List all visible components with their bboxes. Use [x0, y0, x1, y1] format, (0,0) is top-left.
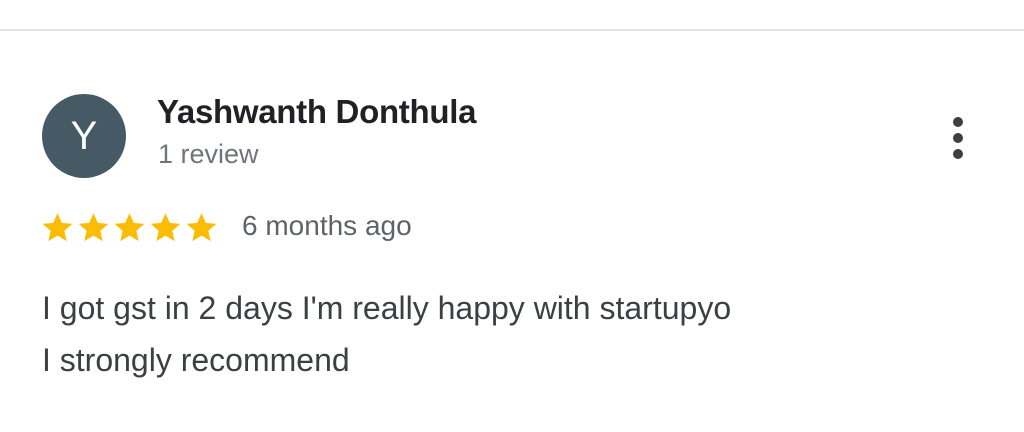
review-count: 1 review: [158, 139, 259, 169]
star-icon: [112, 210, 147, 245]
review-text-line: I strongly recommend: [42, 342, 350, 378]
review-time: 6 months ago: [242, 210, 412, 241]
avatar-letter: Y: [70, 113, 98, 158]
more-vertical-icon-dot: [953, 133, 963, 143]
review-text: I got gst in 2 days I'm really happy wit…: [42, 282, 982, 386]
more-options-button[interactable]: [936, 108, 980, 168]
review-card: Y Yashwanth Donthula 1 review 6 months a…: [0, 0, 1024, 432]
star-icon: [184, 210, 219, 245]
top-divider: [0, 29, 1024, 31]
reviewer-name[interactable]: Yashwanth Donthula: [157, 93, 476, 131]
avatar[interactable]: Y: [42, 94, 126, 178]
star-icon: [148, 210, 183, 245]
more-vertical-icon-dot: [953, 149, 963, 159]
star-rating: [40, 210, 219, 245]
star-icon: [76, 210, 111, 245]
review-text-line: I got gst in 2 days I'm really happy wit…: [42, 290, 732, 326]
star-icon: [40, 210, 75, 245]
more-vertical-icon-dot: [953, 117, 963, 127]
